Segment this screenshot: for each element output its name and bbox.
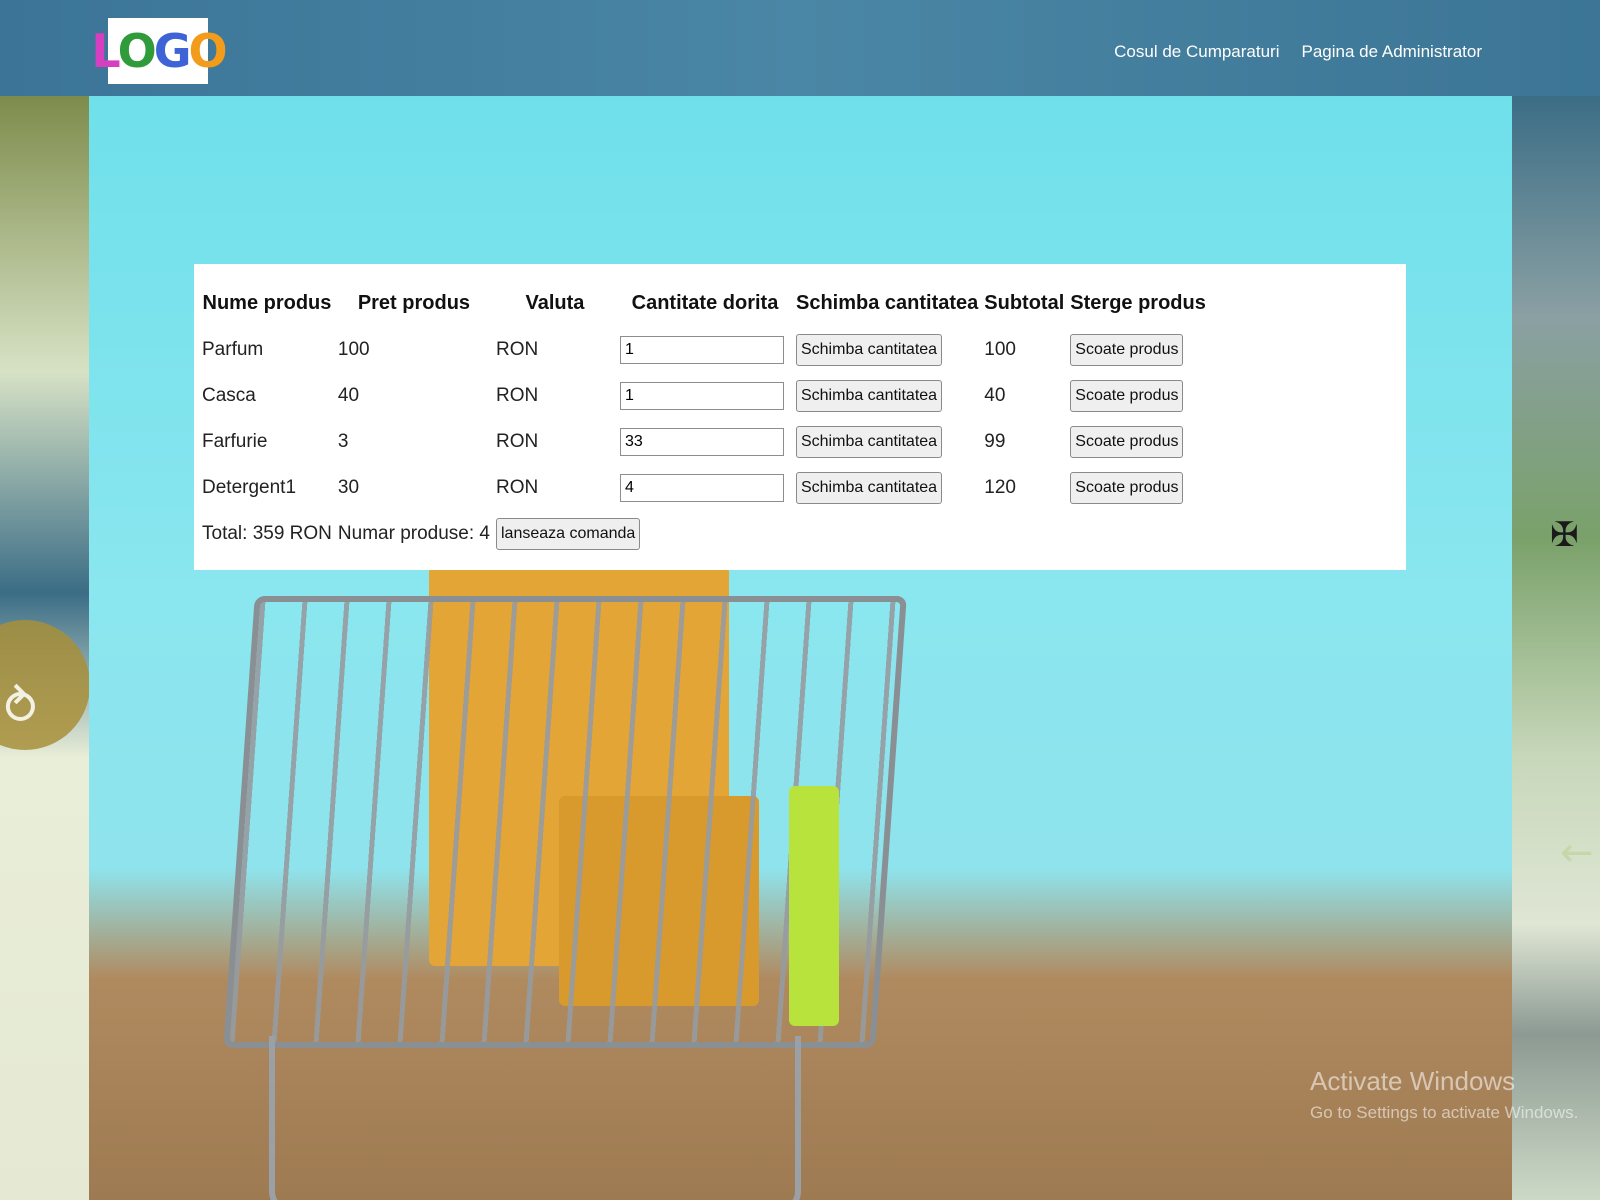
windows-activation-watermark: Activate Windows Go to Settings to activ… [1310, 1066, 1578, 1123]
change-quantity-button[interactable]: Schimba cantitatea [795, 426, 943, 458]
share-icon: ⥁ [4, 680, 37, 736]
nav-link-admin-page[interactable]: Pagina de Administrator [1302, 42, 1483, 62]
change-quantity-button[interactable]: Schimba cantitatea [795, 380, 943, 412]
quantity-cell [618, 466, 792, 510]
column-header-remove: Sterge produs [1070, 291, 1206, 314]
product-name: Detergent1 [202, 477, 297, 498]
cart-panel: Nume produs Pret produs Valuta Cantitate… [194, 264, 1406, 570]
column-header-subtotal: Subtotal [984, 291, 1065, 314]
logo-letter: G [153, 24, 192, 78]
site-logo[interactable]: L O G O [91, 18, 228, 84]
product-name: Parfum [202, 339, 264, 360]
product-subtotal: 100 [984, 339, 1016, 360]
remove-product-button[interactable]: Scoate produs [1070, 472, 1184, 504]
watermark-subtitle: Go to Settings to activate Windows. [1310, 1103, 1579, 1122]
place-order-button[interactable]: lanseaza comanda [495, 518, 641, 550]
main-nav: Cosul de Cumparaturi Pagina de Administr… [1114, 42, 1482, 62]
change-quantity-button[interactable]: Schimba cantitatea [795, 334, 943, 366]
table-header-row: Nume produs Pret produs Valuta Cantitate… [200, 280, 1208, 326]
column-header-quantity: Cantitate dorita [631, 291, 779, 314]
change-quantity-cell: Schimba cantitatea [794, 374, 980, 418]
product-name: Casca [202, 385, 256, 406]
product-name: Farfurie [202, 431, 268, 452]
table-row: Parfum 100 RON Schimba cantitatea 100 Sc… [200, 328, 1208, 372]
cart-handle-illustration [789, 786, 839, 1026]
column-header-name: Nume produs [202, 291, 332, 314]
table-row: Farfurie 3 RON Schimba cantitatea 99 Sco… [200, 420, 1208, 464]
change-quantity-cell: Schimba cantitatea [794, 420, 980, 464]
right-decorative-background [1512, 96, 1600, 1200]
remove-cell: Scoate produs [1068, 420, 1208, 464]
table-row: Detergent1 30 RON Schimba cantitatea 120… [200, 466, 1208, 510]
quantity-cell [618, 328, 792, 372]
product-currency: RON [495, 477, 539, 498]
remove-cell: Scoate produs [1068, 466, 1208, 510]
quantity-input[interactable] [619, 428, 784, 456]
remove-product-button[interactable]: Scoate produs [1070, 426, 1184, 458]
product-subtotal: 99 [984, 431, 1006, 452]
product-subtotal: 120 [984, 477, 1016, 498]
change-quantity-cell: Schimba cantitatea [794, 328, 980, 372]
product-currency: RON [495, 431, 539, 452]
column-header-price: Pret produs [357, 291, 471, 314]
product-currency: RON [495, 385, 539, 406]
quantity-input[interactable] [619, 474, 784, 502]
product-price: 30 [337, 477, 360, 498]
logo-letter: O [188, 24, 228, 78]
product-price: 40 [337, 385, 360, 406]
product-price: 100 [337, 339, 370, 360]
column-header-currency: Valuta [525, 291, 585, 314]
cart-base-illustration [269, 1036, 801, 1200]
cart-table: Nume produs Pret produs Valuta Cantitate… [198, 278, 1210, 558]
change-quantity-button[interactable]: Schimba cantitatea [795, 472, 943, 504]
product-currency: RON [495, 339, 539, 360]
cart-summary-row: Total: 359 RON Numar produse: 4 lanseaza… [200, 512, 1208, 556]
watermark-title: Activate Windows [1310, 1066, 1516, 1096]
water-tap-icon: ✠ [1550, 515, 1579, 555]
nav-link-shopping-cart[interactable]: Cosul de Cumparaturi [1114, 42, 1279, 62]
arrow-left-icon: ← [1560, 830, 1594, 876]
product-subtotal: 40 [984, 385, 1006, 406]
logo-letter: L [91, 24, 120, 78]
quantity-input[interactable] [619, 336, 784, 364]
order-button-cell: lanseaza comanda [494, 512, 1208, 556]
quantity-cell [618, 374, 792, 418]
remove-cell: Scoate produs [1068, 374, 1208, 418]
cart-item-count: Numar produse: 4 [337, 523, 490, 544]
column-header-change-quantity: Schimba cantitatea [795, 291, 979, 314]
remove-cell: Scoate produs [1068, 328, 1208, 372]
remove-product-button[interactable]: Scoate produs [1070, 380, 1184, 412]
hero-image [89, 96, 1512, 1200]
logo-letter: O [117, 24, 157, 78]
cart-total: Total: 359 RON [202, 523, 332, 544]
table-row: Casca 40 RON Schimba cantitatea 40 Scoat… [200, 374, 1208, 418]
quantity-cell [618, 420, 792, 464]
change-quantity-cell: Schimba cantitatea [794, 466, 980, 510]
remove-product-button[interactable]: Scoate produs [1070, 334, 1184, 366]
top-navbar: L O G O Cosul de Cumparaturi Pagina de A… [0, 0, 1600, 96]
quantity-input[interactable] [619, 382, 784, 410]
product-price: 3 [337, 431, 349, 452]
